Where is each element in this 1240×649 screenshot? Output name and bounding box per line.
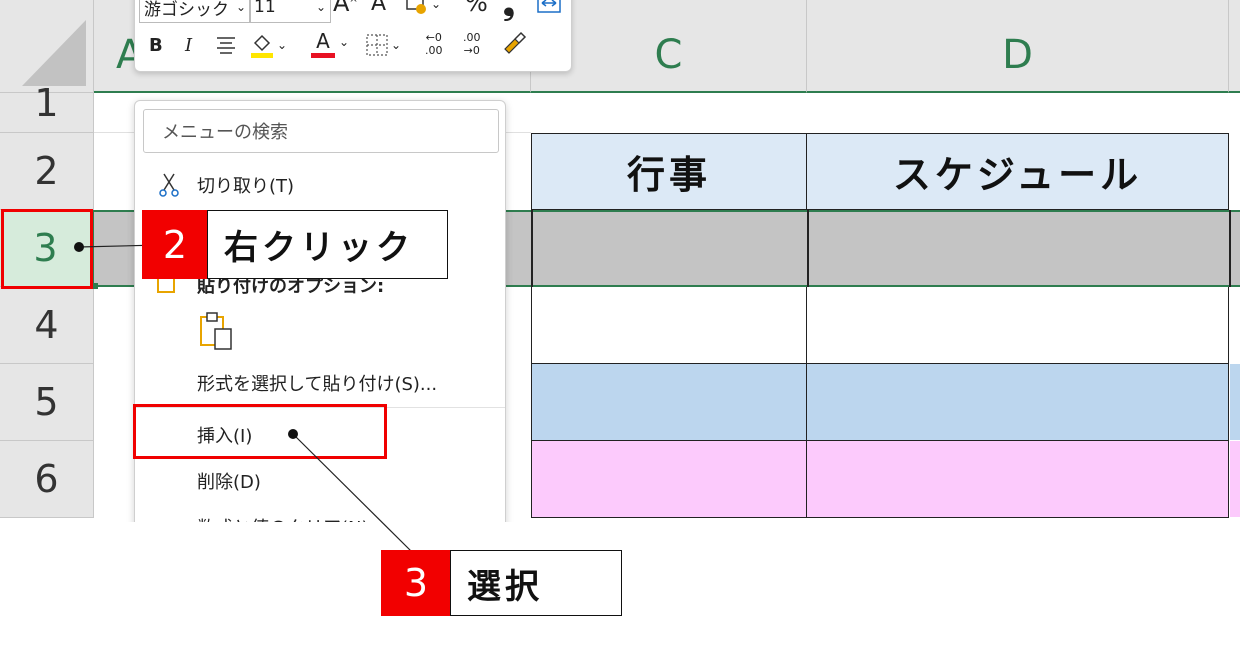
step-3-badge: 3 <box>381 550 451 616</box>
connector-line-step3 <box>292 433 413 553</box>
step-3-text: 選択 <box>467 566 543 607</box>
connector-dot-step2 <box>74 242 84 252</box>
step-2-badge: 2 <box>142 210 208 279</box>
step-3-label-box: 選択 <box>450 550 622 616</box>
step-2-number: 2 <box>162 222 188 267</box>
step-2-text: 右クリック <box>224 228 414 268</box>
step-2-label-box: 右クリック <box>207 210 448 279</box>
connector-dot-step3 <box>288 429 298 439</box>
step-3-number: 3 <box>403 561 429 605</box>
